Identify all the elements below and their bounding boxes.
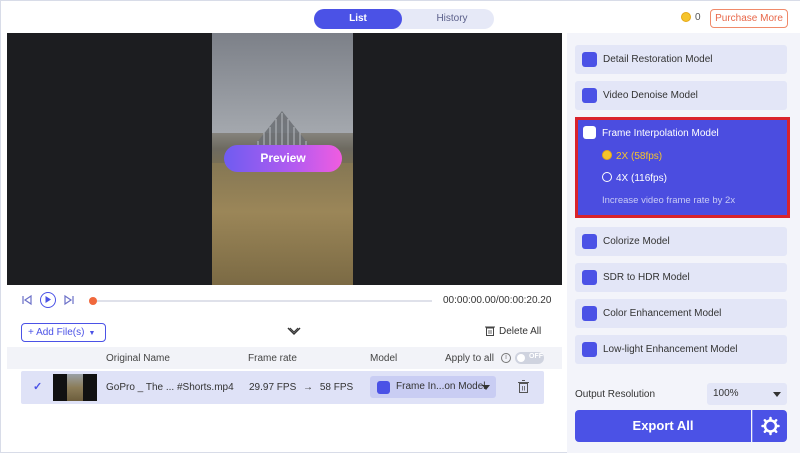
play-button[interactable] [40,292,56,308]
model-low-light[interactable]: Low-light Enhancement Model [575,335,787,364]
model-description: Increase video frame rate by 2x [602,195,736,206]
option-label: 2X (58fps) [616,151,663,162]
output-resolution-select[interactable]: 100% [707,383,787,405]
model-label: Low-light Enhancement Model [603,344,738,355]
moon-icon [582,342,597,357]
coin-icon [681,12,691,22]
add-files-button[interactable]: + Add File(s) ▼ [21,323,106,342]
palette-icon [582,306,597,321]
video-preview: Preview [7,33,562,285]
toggle-label: OFF [529,353,543,360]
radio-selected-icon [602,150,612,160]
model-video-denoise[interactable]: Video Denoise Model [575,81,787,110]
model-select[interactable]: Frame In...on Model [370,376,496,398]
frame-rate-value: 29.97 FPS → 58 FPS [249,382,353,393]
model-label: Detail Restoration Model [603,54,713,65]
info-icon[interactable]: i [501,353,511,363]
skip-back-icon[interactable] [21,294,33,306]
purchase-more-button[interactable]: Purchase More [710,9,788,28]
table-header: Original Name Frame rate Model Apply to … [7,347,562,369]
option-2x[interactable]: 2X (58fps) [602,150,662,162]
model-label: SDR to HDR Model [603,272,690,283]
file-name: GoPro _ The ... #Shorts.mp4 [106,382,234,393]
output-resolution-label: Output Resolution [575,389,656,400]
export-all-button[interactable]: Export All [575,410,751,442]
model-frame-interpolation[interactable]: Frame Interpolation Model 2X (58fps) 4X … [575,117,790,218]
seek-handle[interactable] [89,297,97,305]
video-denoise-icon [582,88,597,103]
header-model: Model [370,353,398,364]
thumbnail-image [67,374,83,401]
frame-interpolation-icon [377,381,390,394]
video-field [212,163,353,285]
checkmark-icon[interactable]: ✓ [33,380,42,393]
trash-icon [485,326,495,336]
delete-all-label: Delete All [499,326,542,337]
app-window: List History 0 Purchase More Preview 00:… [0,0,800,453]
fps-from: 29.97 FPS [249,382,297,393]
model-colorize[interactable]: Colorize Model [575,227,787,256]
fps-to: 58 FPS [319,382,354,393]
trash-icon[interactable] [518,380,529,393]
table-row[interactable]: ✓ GoPro _ The ... #Shorts.mp4 29.97 FPS … [21,371,544,404]
colorize-icon [582,234,597,249]
toggle-knob [517,354,525,362]
model-color-enhancement[interactable]: Color Enhancement Model [575,299,787,328]
tab-switcher: List History [314,9,494,29]
radio-icon [602,172,612,182]
seek-track[interactable] [92,300,432,302]
tab-list[interactable]: List [314,9,402,29]
arrow-right-icon: → [303,382,314,393]
plus-icon: + [28,327,37,338]
export-settings-button[interactable] [752,410,787,442]
skip-forward-icon[interactable] [63,294,75,306]
detail-restoration-icon [582,52,597,67]
add-files-label: Add File(s) [36,327,85,338]
model-label: Frame Interpolation Model [602,128,719,139]
chevron-down-icon: ▼ [88,330,96,337]
tab-history[interactable]: History [410,9,494,29]
preview-button[interactable]: Preview [224,145,342,172]
playback-time: 00:00:00.00/00:00:20.20 [443,295,552,306]
chevron-down-icon [773,392,781,397]
output-resolution-value: 100% [713,388,739,399]
header-original-name: Original Name [106,353,170,364]
model-label: Colorize Model [603,236,670,247]
video-thumbnail [53,374,97,401]
model-select-value: Frame In...on Model [396,381,486,392]
apply-all-toggle[interactable]: OFF [515,352,544,364]
gear-icon [761,416,780,436]
option-label: 4X (116fps) [616,173,667,184]
model-label: Video Denoise Model [603,90,698,101]
model-sdr-to-hdr[interactable]: SDR to HDR Model [575,263,787,292]
collapse-icon[interactable] [287,326,301,338]
playback-bar: 00:00:00.00/00:00:20.20 [1,287,567,315]
header-apply-all: Apply to all [445,353,494,364]
chevron-down-icon [482,385,490,390]
hdr-icon [582,270,597,285]
model-label: Color Enhancement Model [603,308,722,319]
play-icon [45,296,51,303]
header-frame-rate: Frame rate [248,353,297,364]
top-bar: List History 0 Purchase More [1,1,800,33]
delete-all-button[interactable]: Delete All [485,325,541,337]
model-detail-restoration[interactable]: Detail Restoration Model [575,45,787,74]
coin-count: 0 [695,12,701,23]
option-4x[interactable]: 4X (116fps) [602,172,667,184]
frame-interpolation-icon [583,126,596,139]
